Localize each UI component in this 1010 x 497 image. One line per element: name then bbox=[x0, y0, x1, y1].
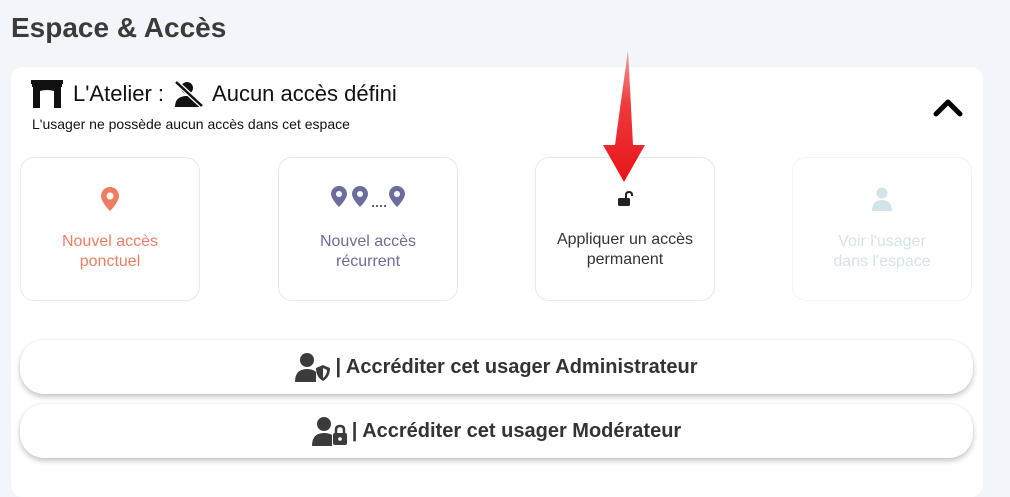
multi-pin-icon bbox=[279, 184, 457, 214]
card-label: Voir l'usager dans l'espace bbox=[833, 233, 931, 270]
apply-permanent-access-card[interactable]: Appliquer un accès permanent bbox=[535, 157, 715, 301]
map-pin-icon bbox=[21, 184, 199, 214]
card-label: Appliquer un accès permanent bbox=[556, 231, 694, 268]
chevron-up-icon bbox=[933, 97, 963, 122]
accredit-moderator-label: | Accréditer cet usager Modérateur bbox=[351, 419, 682, 442]
user-shield-icon bbox=[295, 352, 331, 382]
unlock-icon bbox=[536, 184, 714, 214]
gate-icon bbox=[31, 80, 63, 108]
space-header: L'Atelier : Aucun accès défini bbox=[31, 79, 397, 109]
space-name: L'Atelier : bbox=[73, 81, 165, 106]
user-lock-icon bbox=[311, 416, 348, 446]
space-panel: L'Atelier : Aucun accès défini L'usager … bbox=[11, 67, 983, 497]
access-status: Aucun accès défini bbox=[212, 81, 397, 106]
view-user-in-space-card[interactable]: Voir l'usager dans l'espace bbox=[792, 157, 972, 301]
accredit-admin-label: | Accréditer cet usager Administrateur bbox=[335, 355, 698, 378]
user-icon bbox=[793, 184, 971, 214]
accredit-admin-button[interactable]: | Accréditer cet usager Administrateur bbox=[20, 340, 973, 394]
new-recurring-access-card[interactable]: Nouvel accès récurrent bbox=[278, 157, 458, 301]
page-title: Espace & Accès bbox=[11, 12, 227, 43]
new-one-time-access-card[interactable]: Nouvel accès ponctuel bbox=[20, 157, 200, 301]
card-label: Nouvel accès récurrent bbox=[319, 233, 417, 270]
collapse-button[interactable] bbox=[931, 97, 965, 121]
space-subtitle: L'usager ne possède aucun accès dans cet… bbox=[32, 116, 350, 132]
card-label: Nouvel accès ponctuel bbox=[61, 233, 159, 270]
user-slash-icon bbox=[174, 80, 204, 108]
accredit-moderator-button[interactable]: | Accréditer cet usager Modérateur bbox=[20, 404, 973, 458]
